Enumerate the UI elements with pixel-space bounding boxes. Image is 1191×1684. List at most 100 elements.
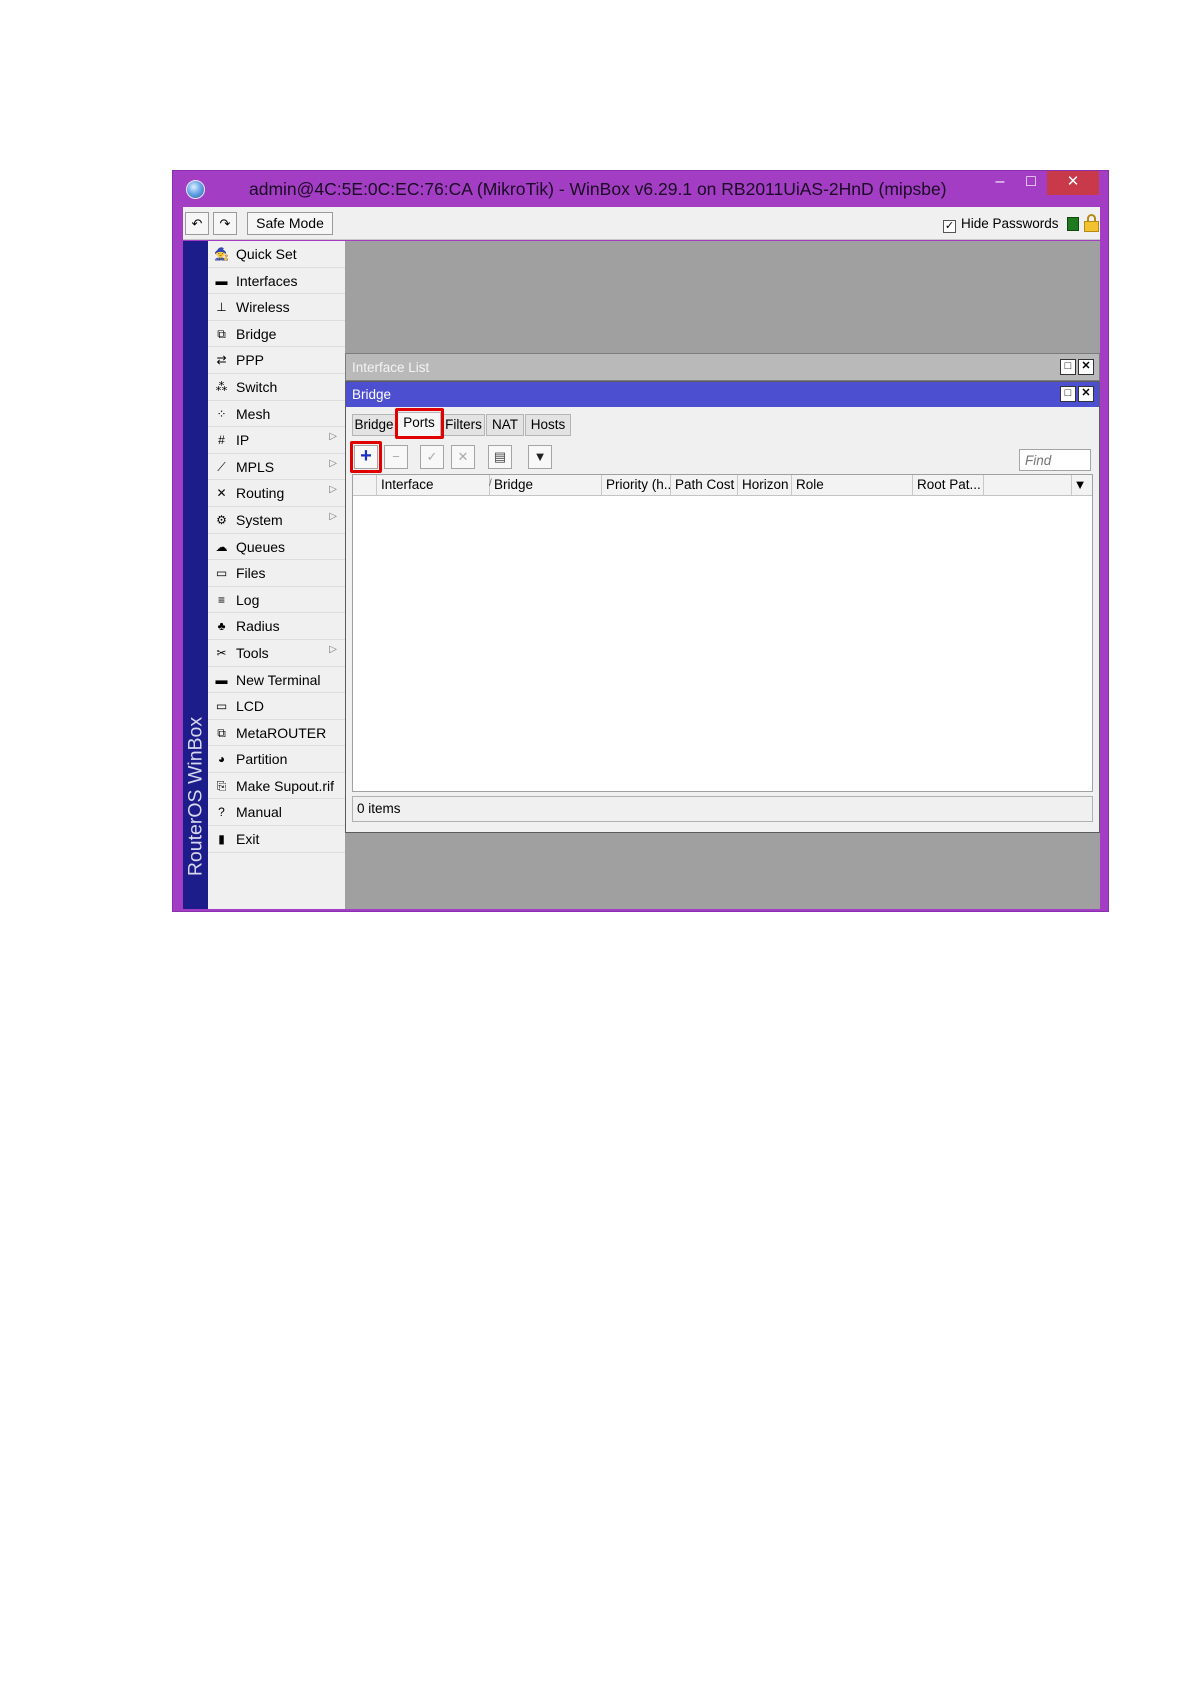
submenu-arrow-icon: ▷	[329, 431, 337, 443]
col-path-cost[interactable]: Path Cost	[671, 475, 738, 495]
col-priority[interactable]: Priority (h...	[602, 475, 671, 495]
tab-hosts[interactable]: Hosts	[525, 414, 571, 436]
sidebar-item-log[interactable]: ≡ Log	[208, 587, 345, 614]
comment-icon: ▤	[493, 449, 507, 464]
col-interface[interactable]: Interface	[377, 475, 490, 495]
sidebar-item-exit[interactable]: ▮ Exit	[208, 826, 345, 853]
bridge-icon: ⧉	[217, 326, 226, 341]
sidebar-item-label: IP	[236, 432, 250, 449]
hide-passwords-toggle[interactable]: ✓ Hide Passwords	[943, 216, 1059, 233]
minus-icon: −	[392, 449, 400, 464]
mpls-icon: ⟋	[217, 459, 226, 474]
col-role[interactable]: Role	[792, 475, 913, 495]
sidebar-item-interfaces[interactable]: ▬ Interfaces	[208, 268, 345, 295]
interface-list-maximize-button[interactable]: □	[1060, 359, 1076, 375]
enable-button[interactable]: ✓	[420, 445, 444, 469]
sidebar-item-label: Queues	[236, 538, 286, 555]
tools-icon: ✂	[216, 645, 227, 660]
undo-button[interactable]: ↶	[185, 212, 209, 235]
sidebar-item-make-supout-rif[interactable]: ⎘ Make Supout.rif	[208, 773, 345, 800]
comment-button[interactable]: ▤	[488, 445, 512, 469]
sidebar-item-label: Wireless	[236, 299, 290, 316]
bridge-close-button[interactable]: ✕	[1078, 386, 1094, 402]
table-header: Interface / Bridge Priority (h... Path C…	[353, 475, 1092, 496]
sidebar-item-partition[interactable]: ◕ Partition	[208, 746, 345, 773]
sidebar-item-mesh[interactable]: ⁘ Mesh	[208, 401, 345, 428]
sidebar-item-ip[interactable]: # IP ▷	[208, 427, 345, 454]
ports-toolbar: + − ✓ ✕ ▤ ▼	[346, 441, 1099, 473]
hide-passwords-checkbox[interactable]: ✓	[943, 220, 956, 233]
window-titlebar[interactable]: admin@4C:5E:0C:EC:76:CA (MikroTik) - Win…	[173, 171, 1108, 207]
interface-list-title: Interface List	[352, 360, 430, 375]
sidebar-item-mpls[interactable]: ⟋ MPLS ▷	[208, 454, 345, 481]
sidebar-item-label: LCD	[236, 698, 265, 715]
brand-text: RouterOS WinBox	[184, 716, 207, 877]
x-icon: ✕	[457, 449, 469, 464]
sidebar-item-label: Switch	[236, 378, 278, 395]
submenu-arrow-icon: ▷	[329, 510, 337, 522]
sidebar-item-wireless[interactable]: ⊥ Wireless	[208, 294, 345, 321]
sidebar-item-system[interactable]: ⚙ System ▷	[208, 507, 345, 534]
maximize-button[interactable]: □	[1015, 171, 1047, 195]
add-button[interactable]: +	[354, 445, 378, 469]
col-bridge[interactable]: Bridge	[490, 475, 602, 495]
sidebar-item-label: New Terminal	[236, 671, 321, 688]
workspace: Interface List □ ✕ Bridge □ ✕ Bridge Por…	[345, 241, 1100, 909]
sidebar-item-queues[interactable]: ☁ Queues	[208, 534, 345, 561]
sidebar-item-ppp[interactable]: ⇄ PPP	[208, 347, 345, 374]
col-empty	[984, 475, 1072, 495]
sidebar-item-radius[interactable]: ♣ Radius	[208, 613, 345, 640]
sidebar-item-tools[interactable]: ✂ Tools ▷	[208, 640, 345, 667]
routing-icon: ✕	[216, 486, 227, 501]
sidebar-item-bridge[interactable]: ⧉ Bridge	[208, 321, 345, 348]
sidebar-item-label: Log	[236, 591, 260, 608]
sidebar-item-label: Mesh	[236, 405, 271, 422]
connection-status-icon	[1067, 217, 1079, 231]
sidebar-item-new-terminal[interactable]: ▬ New Terminal	[208, 667, 345, 694]
redo-icon: ↷	[219, 216, 231, 231]
sidebar-item-lcd[interactable]: ▭ LCD	[208, 693, 345, 720]
sidebar-item-routing[interactable]: ✕ Routing ▷	[208, 480, 345, 507]
item-count: 0 items	[357, 801, 401, 816]
tab-bridge[interactable]: Bridge	[352, 414, 396, 436]
sidebar-item-metarouter[interactable]: ⧉ MetaROUTER	[208, 720, 345, 747]
sidebar-item-label: Routing	[236, 485, 285, 502]
wireless-icon: ⊥	[216, 300, 227, 315]
status-bar: 0 items	[352, 796, 1093, 822]
submenu-arrow-icon: ▷	[329, 643, 337, 655]
column-menu-icon[interactable]: ▼	[1070, 475, 1090, 495]
disable-button[interactable]: ✕	[451, 445, 475, 469]
close-button[interactable]: ✕	[1047, 171, 1099, 195]
col-horizon[interactable]: Horizon	[738, 475, 792, 495]
window-title: admin@4C:5E:0C:EC:76:CA (MikroTik) - Win…	[249, 179, 947, 199]
interface-list-close-button[interactable]: ✕	[1078, 359, 1094, 375]
sidebar-item-quick-set[interactable]: 🧙 Quick Set	[208, 241, 345, 268]
system-icon: ⚙	[216, 512, 227, 527]
log-icon: ≡	[217, 592, 225, 607]
tab-ports[interactable]: Ports	[397, 412, 441, 436]
sidebar-item-label: MetaROUTER	[236, 724, 327, 741]
redo-button[interactable]: ↷	[213, 212, 237, 235]
col-root-path-cost[interactable]: Root Pat...	[913, 475, 984, 495]
col-flags[interactable]	[353, 475, 377, 495]
manual-icon: ?	[218, 805, 225, 820]
safe-mode-button[interactable]: Safe Mode	[247, 212, 333, 235]
quick-set-icon: 🧙	[214, 247, 229, 261]
sidebar-item-manual[interactable]: ? Manual	[208, 799, 345, 827]
find-input[interactable]	[1019, 449, 1091, 471]
sidebar-item-label: System	[236, 511, 283, 528]
tab-filters[interactable]: Filters	[442, 414, 485, 436]
terminal-icon: ▬	[215, 672, 228, 687]
interface-list-window[interactable]: Interface List □ ✕	[345, 353, 1100, 381]
remove-button[interactable]: −	[384, 445, 408, 469]
minimize-button[interactable]: –	[985, 171, 1015, 195]
bridge-titlebar[interactable]: Bridge □ ✕	[346, 382, 1099, 407]
undo-icon: ↶	[191, 216, 203, 231]
tab-nat[interactable]: NAT	[486, 414, 524, 436]
sidebar-item-files[interactable]: ▭ Files	[208, 560, 345, 587]
metarouter-icon: ⧉	[217, 725, 226, 740]
bridge-maximize-button[interactable]: □	[1060, 386, 1076, 402]
sidebar-item-label: Files	[236, 565, 266, 582]
sidebar-item-switch[interactable]: ⁂ Switch	[208, 374, 345, 401]
filter-button[interactable]: ▼	[528, 445, 552, 469]
